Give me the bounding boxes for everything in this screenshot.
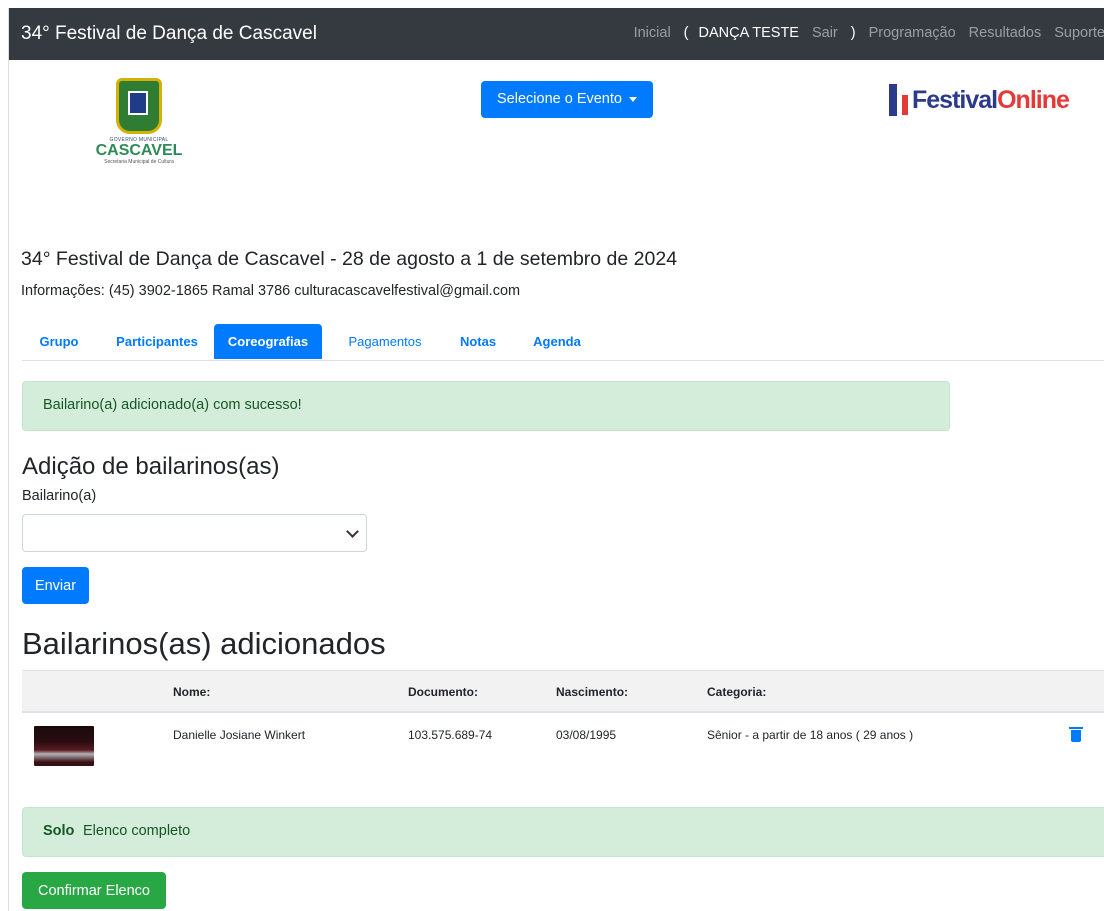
- cell-name: Danielle Josiane Winkert: [173, 728, 306, 742]
- cascavel-logo: GOVERNO MUNICIPAL CASCAVEL Secretaria Mu…: [89, 78, 189, 178]
- col-nascimento: Nascimento:: [556, 685, 629, 699]
- nav-resultados[interactable]: Resultados: [969, 25, 1042, 41]
- dancer-select[interactable]: [22, 514, 367, 552]
- cast-status-alert: Solo Elenco completo: [22, 807, 1104, 857]
- nav-programacao[interactable]: Programação: [869, 25, 956, 41]
- tab-participantes[interactable]: Participantes: [104, 324, 210, 359]
- event-info: Informações: (45) 3902-1865 Ramal 3786 c…: [21, 283, 521, 299]
- crest-icon: [116, 78, 162, 134]
- nav-open-paren: (: [683, 25, 689, 41]
- cast-status-bold: Solo: [43, 823, 75, 839]
- add-dancers-heading: Adição de bailarinos(as): [22, 453, 280, 480]
- logo-city-text: CASCAVEL: [95, 142, 183, 159]
- caret-down-icon: [628, 96, 637, 102]
- navbar-links: Inicial ( DANÇA TESTE Sair ) Programação…: [621, 25, 1104, 41]
- tab-coreografias[interactable]: Coreografias: [214, 324, 322, 359]
- tab-pagamentos[interactable]: Pagamentos: [340, 324, 430, 359]
- event-title: 34° Festival de Dança de Cascavel - 28 d…: [21, 248, 678, 270]
- logo-secretaria-text: Secretaria Municipal de Cultura: [104, 159, 174, 165]
- navbar: 34° Festival de Dança de Cascavel Inicia…: [9, 8, 1104, 60]
- success-alert: Bailarino(a) adicionado(a) com sucesso!: [22, 381, 950, 431]
- table-header: Nome: Documento: Nascimento: Categoria:: [22, 670, 1104, 713]
- nav-suporte[interactable]: Suporte: [1054, 25, 1104, 41]
- dancer-photo: [34, 726, 94, 766]
- navbar-brand[interactable]: 34° Festival de Dança de Cascavel: [21, 23, 317, 45]
- added-dancers-heading: Bailarinos(as) adicionados: [22, 626, 386, 661]
- nav-user-name: DANÇA TESTE: [698, 25, 799, 41]
- cell-birth: 03/08/1995: [556, 728, 617, 742]
- chevron-down-icon: [346, 525, 359, 538]
- send-button[interactable]: Enviar: [22, 567, 89, 604]
- logo-text-festival: Festival: [912, 85, 998, 114]
- logo-bar-icon: [889, 84, 897, 116]
- confirm-cast-button[interactable]: Confirmar Elenco: [22, 872, 166, 909]
- col-categoria: Categoria:: [707, 685, 767, 699]
- logo-text: FestivalOnline: [912, 85, 1070, 115]
- logo-bar-red-icon: [902, 95, 908, 115]
- cell-category: Sênior - a partir de 18 anos ( 29 anos ): [707, 728, 914, 742]
- nav-close-paren: ): [850, 25, 856, 41]
- success-alert-text: Bailarino(a) adicionado(a) com sucesso!: [43, 397, 302, 413]
- festival-online-logo: FestivalOnline: [889, 80, 1070, 120]
- tab-grupo[interactable]: Grupo: [22, 324, 96, 359]
- col-documento: Documento:: [408, 685, 478, 699]
- col-nome: Nome:: [173, 685, 211, 699]
- logo-text-online: Online: [997, 85, 1070, 114]
- cell-document: 103.575.689-74: [408, 728, 493, 742]
- page-frame: 34° Festival de Dança de Cascavel Inicia…: [8, 8, 1104, 911]
- trash-icon[interactable]: [1069, 727, 1083, 742]
- nav-sair[interactable]: Sair: [812, 25, 838, 41]
- event-select-button[interactable]: Selecione o Evento: [481, 81, 653, 118]
- dancer-label: Bailarino(a): [22, 488, 97, 504]
- event-select-label: Selecione o Evento: [497, 91, 622, 107]
- table-row: Danielle Josiane Winkert 103.575.689-74 …: [22, 712, 1104, 772]
- cast-status-text: Elenco completo: [83, 823, 191, 839]
- nav-inicial[interactable]: Inicial: [634, 25, 671, 41]
- tab-notas[interactable]: Notas: [448, 324, 508, 359]
- tab-bar: Grupo Participantes Coreografias Pagamen…: [22, 324, 1104, 361]
- tab-agenda[interactable]: Agenda: [522, 324, 592, 359]
